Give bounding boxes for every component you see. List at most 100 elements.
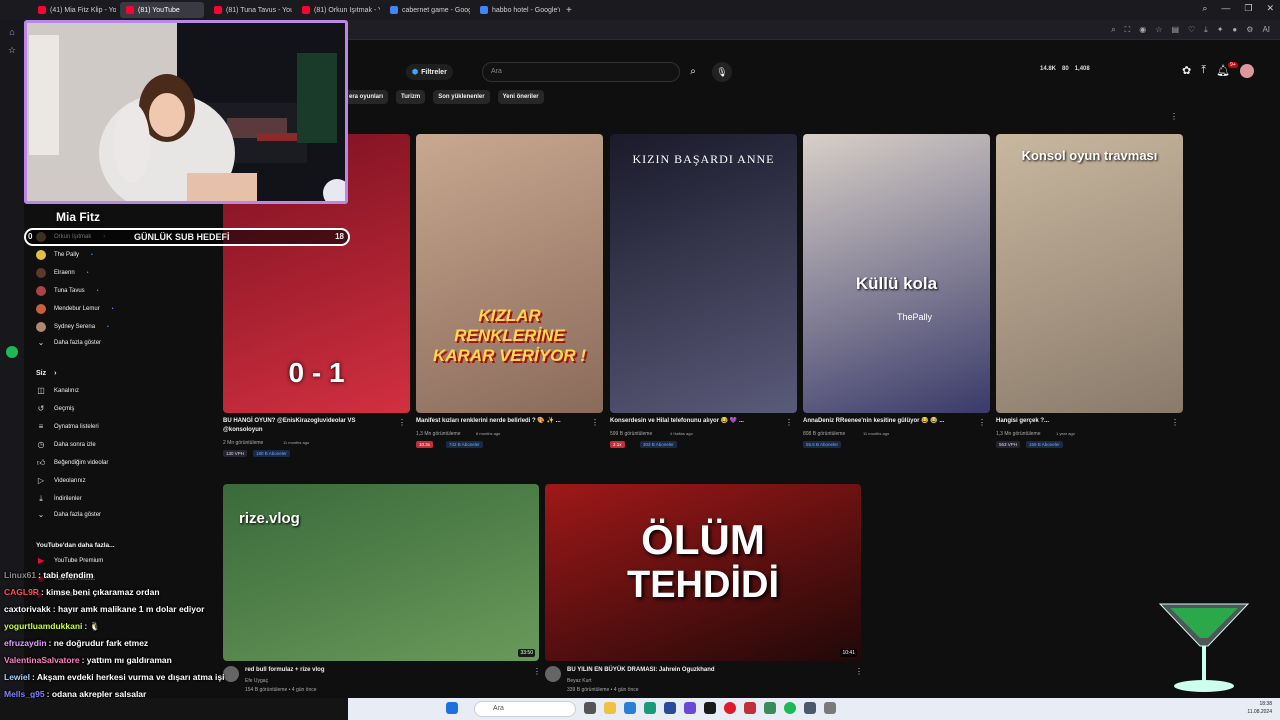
app-icon-1[interactable] — [584, 702, 596, 714]
chip-2[interactable]: Son yüklenenler — [433, 90, 490, 104]
you-section-heading[interactable]: Siz › — [36, 366, 56, 380]
app-icon-13[interactable] — [824, 702, 836, 714]
new-tab-button[interactable]: + — [566, 5, 572, 16]
app-icon-3[interactable] — [624, 702, 636, 714]
more-options-icon[interactable]: ⋮ — [785, 418, 793, 427]
chat-username[interactable]: ValentinaSalvatore — [4, 655, 80, 665]
chat-username[interactable]: CAGL9R — [4, 587, 39, 597]
chat-username[interactable]: efruzaydin — [4, 638, 47, 648]
sidebar-item-you[interactable]: 👍︎ Beğendiğim videolar — [36, 456, 109, 470]
browser-tab[interactable]: habbo hotel - Google'da A — [474, 2, 560, 18]
app-icon-6[interactable] — [684, 702, 696, 714]
minimize-icon[interactable]: — — [1221, 3, 1230, 14]
extensions-icon[interactable]: ✦ — [1217, 25, 1224, 35]
video-thumbnail[interactable]: KIZLAR RENKLERİNE KARAR VERİYOR ! — [416, 134, 603, 413]
show-more-button[interactable]: ⌄ Daha fazla göster — [36, 336, 101, 350]
spotify-icon[interactable] — [6, 346, 18, 358]
star-icon[interactable]: ☆ — [6, 44, 18, 56]
sidebar-item-you[interactable]: ⤓ İndirilenler — [36, 492, 81, 506]
restore-icon[interactable]: ❐ — [1244, 3, 1252, 14]
browser-tab[interactable]: cabernet game - Google'd — [384, 2, 470, 18]
browser-tab[interactable]: (81) Tuna Tavus - YouTube — [208, 2, 292, 18]
sidebar-item-you[interactable]: ≡ Oynatma listeleri — [36, 420, 99, 434]
taskbar-clock[interactable]: 18:38 11.08.2024 — [1247, 700, 1272, 716]
profile-icon[interactable]: ● — [1232, 25, 1237, 35]
video-thumbnail[interactable]: KIZIN BAŞARDI ANNE — [610, 134, 797, 413]
like-icon: 👍︎ — [36, 458, 46, 467]
start-icon[interactable] — [446, 702, 458, 714]
home-icon[interactable]: ⌂ — [6, 26, 18, 38]
sidebar-item-you[interactable]: ◫ Kanalınız — [36, 384, 79, 398]
video-title[interactable]: Manifest kızları renklerini nerde belirl… — [416, 417, 586, 426]
app-icon-11[interactable] — [784, 702, 796, 714]
sidebar-item-you[interactable]: ↺ Geçmiş — [36, 402, 75, 416]
search-input[interactable]: Ara — [482, 62, 680, 82]
video-views: 1,3 Mn görüntüleme — [996, 431, 1041, 437]
more-options-icon[interactable]: ⋮ — [533, 667, 541, 676]
taskbar-search[interactable]: Ara — [474, 701, 576, 717]
video-thumbnail[interactable]: ÖLÜM TEHDİDİ 10:41 — [545, 484, 861, 661]
zoom-icon[interactable]: ⌕ — [1111, 25, 1115, 35]
video-title[interactable]: Konserdesin ve Hilal telefonunu alıyor 😂… — [610, 417, 780, 426]
settings-icon[interactable]: ⚙ — [1246, 25, 1253, 35]
chat-username[interactable]: Linux61 — [4, 570, 36, 580]
ai-button[interactable]: AI — [1262, 25, 1270, 35]
sidebar-item-subscription[interactable]: The Pally • — [36, 248, 93, 262]
more-options-icon[interactable]: ⋮ — [1171, 418, 1179, 427]
app-icon-7[interactable] — [704, 702, 716, 714]
channel-name[interactable]: Beyaz Kurt — [567, 677, 591, 685]
app-icon-9[interactable] — [744, 702, 756, 714]
sidebar-item-subscription[interactable]: Sydney Serena • — [36, 320, 109, 334]
browser-tab[interactable]: (81) YouTube — [120, 2, 204, 18]
camera-icon[interactable]: ◉ — [1139, 25, 1146, 35]
chip-1[interactable]: Turizm — [396, 90, 426, 104]
sidebar-item-subscription[interactable]: Elraenn • — [36, 266, 88, 280]
favorites-icon[interactable]: ♡ — [1188, 25, 1195, 35]
app-icon-10[interactable] — [764, 702, 776, 714]
filters-button[interactable]: ⬢ Filtreler — [406, 64, 453, 80]
video-title[interactable]: Hangisi gerçek ?... — [996, 417, 1166, 426]
more-options-icon[interactable]: ⋮ — [591, 418, 599, 427]
app-icon-4[interactable] — [644, 702, 656, 714]
app-icon-12[interactable] — [804, 702, 816, 714]
channel-avatar[interactable] — [545, 666, 561, 682]
video-thumbnail[interactable]: Küllü kola ThePally — [803, 134, 990, 413]
studio-icon[interactable]: ✿ — [1182, 64, 1191, 78]
sidebar-item-subscription[interactable]: Tuna Tavus • — [36, 284, 98, 298]
close-icon[interactable]: ✕ — [1266, 3, 1274, 14]
app-icon-5[interactable] — [664, 702, 676, 714]
upload-icon[interactable]: ⤒ — [1201, 64, 1206, 78]
row-menu-icon[interactable]: ⋮ — [1170, 112, 1178, 121]
app-icon-2[interactable] — [604, 702, 616, 714]
sidebar-item-you[interactable]: ▷ Videolarınız — [36, 474, 86, 488]
search-icon[interactable]: ⌕ — [1202, 3, 1207, 14]
sidebar-icon[interactable]: ▤ — [1171, 25, 1179, 35]
opera-icon[interactable] — [724, 702, 736, 714]
chat-username[interactable]: caxtorivakk — [4, 604, 51, 614]
chat-username[interactable]: Lewiel — [4, 672, 30, 682]
video-title[interactable]: BU HANGİ OYUN? @EnisKirazogluvideolar VS… — [223, 417, 393, 435]
sidebar-item-subscription[interactable]: Mendebur Lemur • — [36, 302, 113, 316]
chat-message: ValentinaSalvatore: yattım mı galdıraman — [4, 655, 172, 665]
download-toolbar-icon[interactable]: ⤓ — [1204, 25, 1208, 35]
more-options-icon[interactable]: ⋮ — [398, 418, 406, 427]
translate-icon[interactable]: ⛶ — [1125, 25, 1131, 35]
avatar[interactable] — [1240, 64, 1255, 78]
video-thumbnail[interactable]: Konsol oyun travması — [996, 134, 1183, 413]
browser-tab[interactable]: (81) Orkun Işıtmak - YouTu — [296, 2, 380, 18]
chat-username[interactable]: yogurtluamdukkani — [4, 621, 82, 631]
more-options-icon[interactable]: ⋮ — [855, 667, 863, 676]
tab-label: (81) YouTube — [138, 6, 180, 14]
chip-0[interactable]: era oyunları — [344, 90, 389, 104]
search-button[interactable]: ⌕ — [682, 62, 704, 82]
browser-tab[interactable]: (41) Mia Fitz Klip - YouTub — [32, 2, 116, 18]
sidebar-item-you[interactable]: ◷ Daha sonra izle — [36, 438, 96, 452]
bookmark-icon[interactable]: ☆ — [1155, 25, 1162, 35]
video-title[interactable]: AnnaDeniz RReenee'nin kesitine gülüyor 😂… — [803, 417, 973, 426]
chip-3[interactable]: Yeni öneriler — [497, 90, 544, 104]
more-heading-label: YouTube'dan daha fazla... — [36, 541, 115, 549]
video-title[interactable]: BU YILIN EN BÜYÜK DRAMASI: Jahrein Oguzk… — [567, 666, 847, 675]
show-more-button-2[interactable]: ⌄ Daha fazla göster — [36, 508, 101, 522]
voice-search-button[interactable]: 🎙 — [712, 62, 732, 82]
more-options-icon[interactable]: ⋮ — [978, 418, 986, 427]
